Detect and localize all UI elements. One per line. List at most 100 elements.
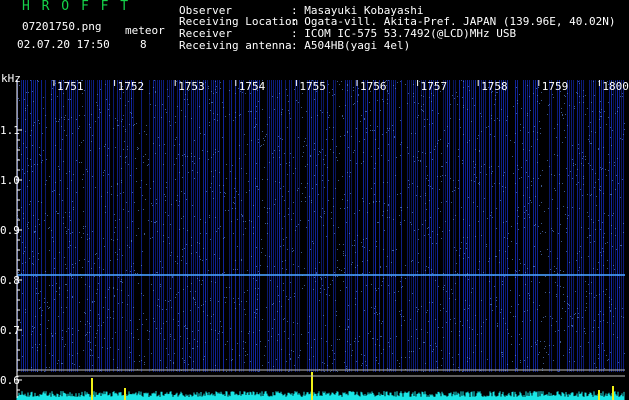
- noise-streak: [421, 80, 422, 372]
- noise-streak: [279, 80, 280, 372]
- noise-streak: [289, 80, 290, 372]
- noise-streak: [277, 80, 278, 372]
- noise-streak: [321, 80, 322, 372]
- noise-streak: [415, 80, 416, 372]
- x-tick-label: 1752: [118, 80, 145, 93]
- noise-streak: [613, 80, 614, 372]
- noise-streak: [621, 80, 622, 372]
- noise-streak: [465, 80, 466, 372]
- noise-streak: [121, 80, 122, 372]
- noise-streak: [313, 80, 314, 372]
- noise-streak: [615, 80, 616, 372]
- noise-streak: [449, 80, 450, 372]
- noise-streak: [417, 80, 418, 372]
- meter-peak: [612, 386, 614, 400]
- noise-streak: [291, 80, 292, 372]
- noise-streak: [53, 80, 54, 372]
- noise-streak: [471, 80, 472, 372]
- noise-streak: [309, 80, 310, 372]
- noise-streak: [87, 80, 88, 372]
- noise-streak: [347, 80, 348, 372]
- noise-streak: [183, 80, 184, 372]
- meter-trace: [16, 391, 625, 400]
- noise-streak: [425, 80, 426, 372]
- noise-streak: [527, 80, 528, 372]
- noise-streak: [569, 80, 570, 372]
- noise-streak: [395, 80, 396, 372]
- noise-streak: [345, 80, 346, 372]
- noise-streak: [119, 80, 120, 372]
- noise-streak: [45, 80, 46, 372]
- noise-streak: [73, 80, 74, 372]
- noise-streak: [609, 80, 610, 372]
- noise-streak: [525, 80, 526, 372]
- noise-streak: [603, 80, 604, 372]
- noise-streak: [61, 80, 62, 372]
- noise-streak: [401, 80, 402, 372]
- x-tick-label: 1751: [57, 80, 84, 93]
- meter-peak: [91, 378, 93, 400]
- noise-streak: [215, 80, 216, 372]
- noise-streak: [351, 80, 352, 372]
- x-tick-label: 1757: [421, 80, 448, 93]
- noise-streak: [211, 80, 212, 372]
- noise-streak: [589, 80, 590, 372]
- noise-streak: [501, 80, 502, 372]
- noise-streak: [191, 80, 192, 372]
- noise-streak: [169, 80, 170, 372]
- noise-streak: [253, 80, 254, 372]
- noise-streak: [577, 80, 578, 372]
- noise-streak: [489, 80, 490, 372]
- noise-streak: [459, 80, 460, 372]
- noise-streak: [363, 80, 364, 372]
- noise-streak: [367, 80, 368, 372]
- x-tick-label: 1800: [602, 80, 629, 93]
- noise-streak: [551, 80, 552, 372]
- carrier-line: [17, 274, 625, 276]
- noise-streak: [485, 80, 486, 372]
- noise-streak: [533, 80, 534, 372]
- noise-streak: [523, 80, 524, 372]
- noise-streak: [149, 80, 150, 372]
- noise-streak: [299, 80, 300, 372]
- noise-streak: [327, 80, 328, 372]
- noise-streak: [409, 80, 410, 372]
- noise-streak: [91, 80, 92, 372]
- noise-streak: [131, 80, 132, 372]
- noise-streak: [171, 80, 172, 372]
- carrier-layer: [17, 274, 625, 276]
- noise-streak: [117, 80, 118, 372]
- noise-streak: [437, 80, 438, 372]
- noise-streak: [77, 80, 78, 372]
- noise-streak: [473, 80, 474, 372]
- noise-streak: [447, 80, 448, 372]
- noise-streak: [257, 80, 258, 372]
- noise-streak: [155, 80, 156, 372]
- noise-streak: [59, 80, 60, 372]
- noise-streak: [89, 80, 90, 372]
- noise-streak: [251, 80, 252, 372]
- noise-streak: [179, 80, 180, 372]
- noise-streak: [559, 80, 560, 372]
- noise-streak: [23, 80, 24, 372]
- meter-peak: [124, 388, 126, 400]
- noise-streak: [285, 80, 286, 372]
- noise-streak: [239, 80, 240, 372]
- x-tick-label: 1759: [542, 80, 569, 93]
- noise-streak: [203, 80, 204, 372]
- noise-streak: [259, 80, 260, 372]
- noise-streak: [579, 80, 580, 372]
- noise-streak: [365, 80, 366, 372]
- noise-streak: [311, 80, 312, 372]
- noise-streak: [107, 80, 108, 372]
- noise-streak: [515, 80, 516, 372]
- noise-streak: [619, 80, 620, 372]
- noise-streak: [129, 80, 130, 372]
- noise-streak: [69, 80, 70, 372]
- noise-streak: [357, 80, 358, 372]
- noise-streak: [557, 80, 558, 372]
- noise-streak: [55, 80, 56, 372]
- noise-streak: [549, 80, 550, 372]
- noise-streak: [445, 80, 446, 372]
- noise-streak: [495, 80, 496, 372]
